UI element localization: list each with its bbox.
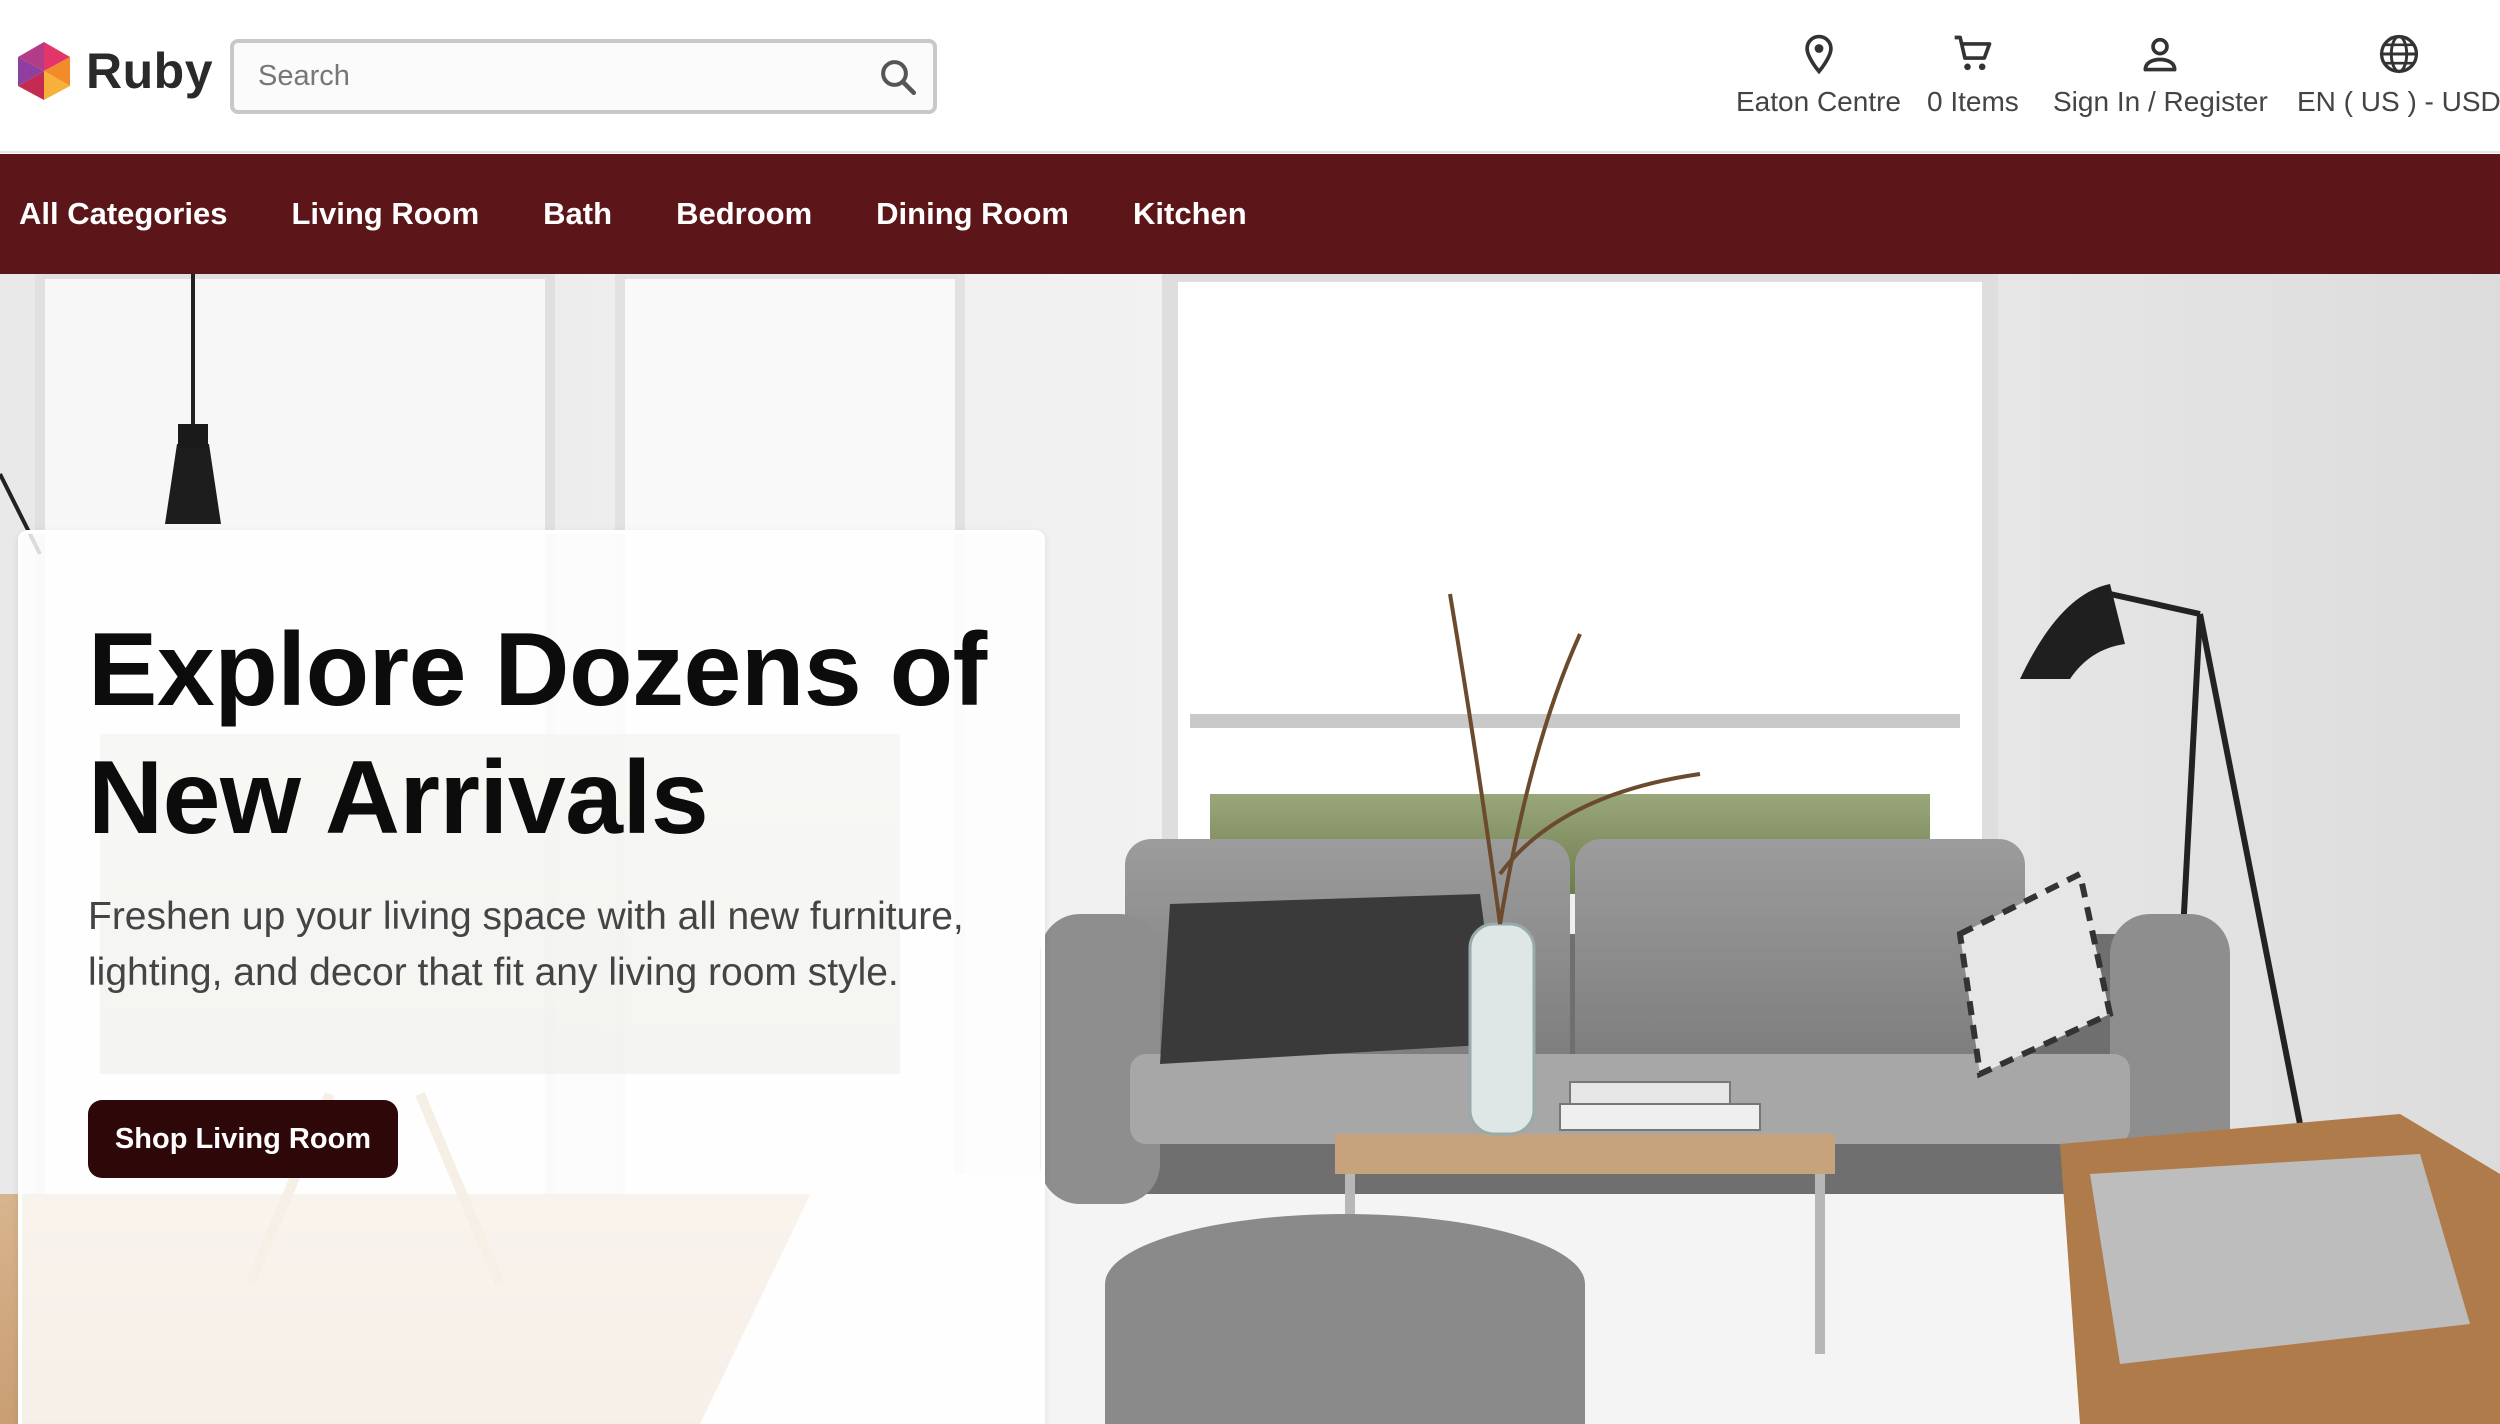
hero-description: Freshen up your living space with all ne… [88, 895, 964, 994]
search-input[interactable] [234, 43, 863, 110]
site-header: Ruby Eaton Centre 0 Items Sign In [0, 0, 2500, 153]
hero-title: Explore Dozens of New Arrivals [88, 612, 987, 856]
locale-label: EN ( US ) - USD [2297, 86, 2500, 117]
store-locator[interactable]: Eaton Centre [1736, 32, 1901, 118]
sign-in-label: Sign In / Register [2053, 86, 2268, 117]
brand-logo[interactable]: Ruby [16, 40, 213, 102]
nav-bath[interactable]: Bath [543, 196, 612, 232]
ruby-logo-icon [18, 42, 70, 100]
sign-in-button[interactable]: Sign In / Register [2053, 32, 2268, 118]
person-icon [2143, 37, 2177, 72]
search-icon [881, 59, 917, 95]
nav-kitchen[interactable]: Kitchen [1133, 196, 1247, 232]
brand-name: Ruby [86, 43, 213, 99]
shop-living-room-button[interactable]: Shop Living Room [88, 1100, 398, 1178]
search-box [230, 39, 937, 114]
search-button[interactable] [863, 43, 933, 110]
hero-banner: Explore Dozens of New Arrivals Freshen u… [0, 274, 2500, 1424]
nav-dining-room[interactable]: Dining Room [876, 196, 1069, 232]
store-label: Eaton Centre [1736, 86, 1901, 117]
cart-icon [1954, 35, 1992, 71]
nav-bedroom[interactable]: Bedroom [676, 196, 812, 232]
locale-selector[interactable]: EN ( US ) - USD [2297, 32, 2500, 118]
cart-button[interactable]: 0 Items [1927, 32, 2019, 118]
nav-living-room[interactable]: Living Room [291, 196, 479, 232]
globe-icon [2379, 34, 2418, 74]
category-nav: All Categories Living Room Bath Bedroom … [0, 154, 2500, 274]
location-pin-icon [1804, 34, 1833, 75]
nav-all-categories[interactable]: All Categories [19, 196, 227, 232]
cart-count: 0 Items [1927, 86, 2019, 117]
hero-promo-card: Explore Dozens of New Arrivals Freshen u… [18, 530, 1045, 1424]
